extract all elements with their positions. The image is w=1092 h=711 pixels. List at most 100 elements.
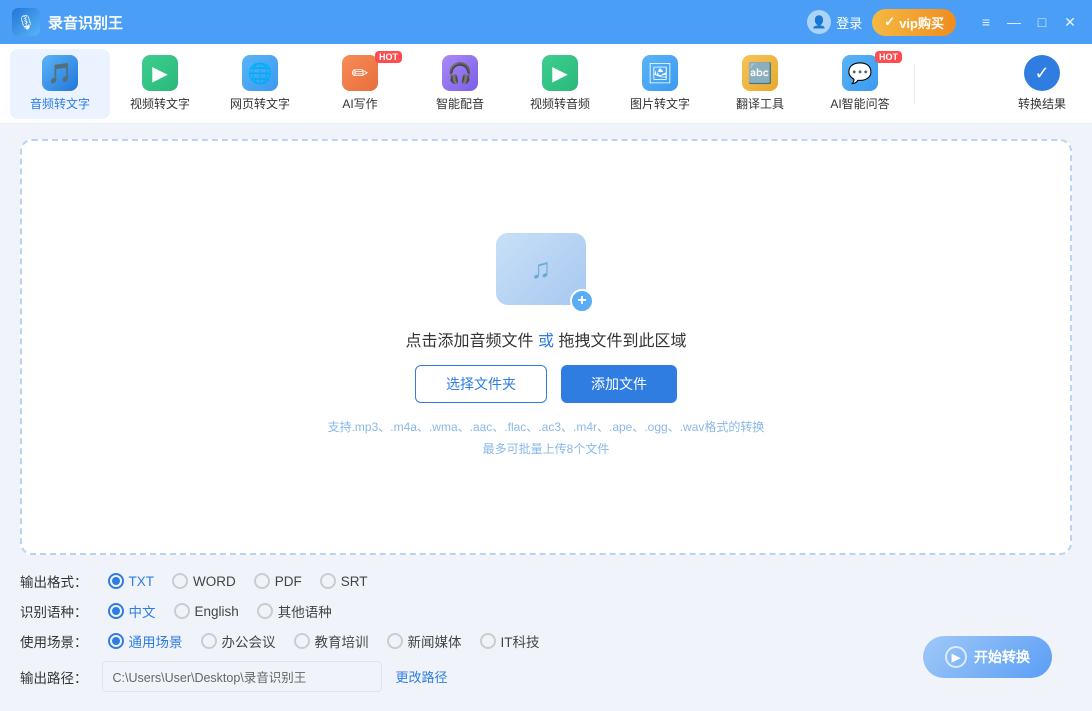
- settings-panel: 输出格式： TXT WORD PDF SRT: [20, 567, 1072, 696]
- login-button[interactable]: 👤 登录: [807, 10, 862, 34]
- scene-general-option[interactable]: 通用场景: [108, 631, 183, 651]
- lang-radio-group: 中文 English 其他语种: [108, 601, 332, 621]
- minimize-button[interactable]: —: [1004, 12, 1024, 32]
- scene-it-option[interactable]: IT科技: [480, 631, 540, 651]
- main-content: ♫ + 点击添加音频文件 或 拖拽文件到此区域 选择文件夹 添加文件 支持.mp…: [0, 124, 1092, 711]
- scene-label: 使用场景：: [20, 631, 88, 651]
- format-radio-group: TXT WORD PDF SRT: [108, 573, 368, 589]
- drop-hint: 支持.mp3、.m4a、.wma、.aac、.flac、.ac3、.m4r、.a…: [328, 417, 765, 460]
- lang-en-option[interactable]: English: [174, 603, 239, 619]
- nav-item-smart-dub[interactable]: 🎧 智能配音: [410, 49, 510, 119]
- format-row: 输出格式： TXT WORD PDF SRT: [20, 571, 1072, 591]
- drop-buttons: 选择文件夹 添加文件: [415, 365, 677, 403]
- nav-item-video-audio[interactable]: ▶ 视频转音频: [510, 49, 610, 119]
- lang-en-radio[interactable]: [174, 603, 190, 619]
- window-controls: ≡ — □ ✕: [976, 12, 1080, 32]
- drop-prompt-text: 点击添加音频文件 或 拖拽文件到此区域: [406, 327, 687, 351]
- lang-other-radio[interactable]: [257, 603, 273, 619]
- path-row: 输出路径： C:\Users\User\Desktop\录音识别王 更改路径: [20, 661, 1072, 692]
- titlebar-left: 🎙 录音识别王: [12, 8, 123, 36]
- start-play-icon: ▶: [945, 646, 967, 668]
- scene-meeting-radio[interactable]: [201, 633, 217, 649]
- format-word-option[interactable]: WORD: [172, 573, 236, 589]
- scene-edu-label: 教育培训: [315, 631, 369, 651]
- img-to-text-icon: 🖼: [642, 55, 678, 91]
- titlebar: 🎙 录音识别王 👤 登录 ✓ vip购买 ≡ — □ ✕: [0, 0, 1092, 44]
- format-pdf-option[interactable]: PDF: [254, 573, 302, 589]
- web-to-text-icon: 🌐: [242, 55, 278, 91]
- vip-check-icon: ✓: [884, 14, 895, 30]
- scene-media-label: 新闻媒体: [408, 631, 462, 651]
- nav-bar: 🎵 音频转文字 ▶ 视频转文字 🌐 网页转文字 HOT ✏ AI写作 🎧 智能配…: [0, 44, 1092, 124]
- nav-label-img-to-text: 图片转文字: [630, 95, 690, 112]
- scene-media-radio[interactable]: [387, 633, 403, 649]
- smart-dub-icon: 🎧: [442, 55, 478, 91]
- nav-label-video-audio: 视频转音频: [530, 95, 590, 112]
- scene-meeting-label: 办公会议: [222, 631, 276, 651]
- nav-label-ai-write: AI写作: [342, 95, 377, 112]
- vip-button[interactable]: ✓ vip购买: [872, 9, 956, 36]
- scene-it-radio[interactable]: [480, 633, 496, 649]
- change-path-link[interactable]: 更改路径: [396, 667, 448, 686]
- drop-hint-line1: 支持.mp3、.m4a、.wma、.aac、.flac、.ac3、.m4r、.a…: [328, 417, 765, 439]
- vip-label: vip购买: [899, 13, 944, 32]
- ai-write-icon: ✏: [342, 55, 378, 91]
- scene-edu-radio[interactable]: [294, 633, 310, 649]
- menu-button[interactable]: ≡: [976, 12, 996, 32]
- lang-zh-option[interactable]: 中文: [108, 601, 156, 621]
- maximize-button[interactable]: □: [1032, 12, 1052, 32]
- hot-badge-ai-write: HOT: [375, 51, 402, 63]
- nav-item-img-to-text[interactable]: 🖼 图片转文字: [610, 49, 710, 119]
- video-audio-icon: ▶: [542, 55, 578, 91]
- scene-meeting-option[interactable]: 办公会议: [201, 631, 276, 651]
- format-txt-radio[interactable]: [108, 573, 124, 589]
- format-label: 输出格式：: [20, 571, 88, 591]
- format-pdf-radio[interactable]: [254, 573, 270, 589]
- translate-icon: 🔤: [742, 55, 778, 91]
- select-folder-button[interactable]: 选择文件夹: [415, 365, 547, 403]
- lang-label: 识别语种：: [20, 601, 88, 621]
- format-srt-option[interactable]: SRT: [320, 573, 368, 589]
- nav-item-audio-to-text[interactable]: 🎵 音频转文字: [10, 49, 110, 119]
- scene-it-label: IT科技: [501, 631, 540, 651]
- video-to-text-icon: ▶: [142, 55, 178, 91]
- add-file-button[interactable]: 添加文件: [561, 365, 677, 403]
- login-label: 登录: [836, 13, 862, 32]
- scene-general-radio[interactable]: [108, 633, 124, 649]
- scene-media-option[interactable]: 新闻媒体: [387, 631, 462, 651]
- nav-item-ai-write[interactable]: HOT ✏ AI写作: [310, 49, 410, 119]
- result-icon: ✓: [1024, 55, 1060, 91]
- start-convert-button[interactable]: ▶ 开始转换: [923, 636, 1052, 678]
- nav-item-translate[interactable]: 🔤 翻译工具: [710, 49, 810, 119]
- path-input[interactable]: C:\Users\User\Desktop\录音识别王: [102, 661, 382, 692]
- nav-label-result: 转换结果: [1018, 95, 1066, 112]
- start-btn-label: 开始转换: [974, 647, 1030, 667]
- music-note-icon: ♫: [531, 253, 552, 285]
- nav-label-translate: 翻译工具: [736, 95, 784, 112]
- lang-other-label: 其他语种: [278, 601, 332, 621]
- nav-result-button[interactable]: ✓ 转换结果: [1002, 49, 1082, 119]
- scene-row: 使用场景： 通用场景 办公会议 教育培训 新闻媒体: [20, 631, 1072, 651]
- drop-zone[interactable]: ♫ + 点击添加音频文件 或 拖拽文件到此区域 选择文件夹 添加文件 支持.mp…: [20, 139, 1072, 555]
- nav-item-web-to-text[interactable]: 🌐 网页转文字: [210, 49, 310, 119]
- close-button[interactable]: ✕: [1060, 12, 1080, 32]
- lang-other-option[interactable]: 其他语种: [257, 601, 332, 621]
- format-srt-radio[interactable]: [320, 573, 336, 589]
- format-word-radio[interactable]: [172, 573, 188, 589]
- scene-edu-option[interactable]: 教育培训: [294, 631, 369, 651]
- add-circle-icon: +: [570, 289, 594, 313]
- scene-general-label: 通用场景: [129, 631, 183, 651]
- format-txt-label: TXT: [129, 574, 155, 589]
- nav-item-video-to-text[interactable]: ▶ 视频转文字: [110, 49, 210, 119]
- drop-hint-line2: 最多可批量上传8个文件: [328, 439, 765, 461]
- lang-zh-label: 中文: [129, 601, 156, 621]
- lang-zh-radio[interactable]: [108, 603, 124, 619]
- titlebar-right: 👤 登录 ✓ vip购买 ≡ — □ ✕: [807, 9, 1080, 36]
- format-txt-option[interactable]: TXT: [108, 573, 155, 589]
- format-word-label: WORD: [193, 574, 236, 589]
- nav-item-ai-qa[interactable]: HOT 💬 AI智能问答: [810, 49, 910, 119]
- lang-row: 识别语种： 中文 English 其他语种: [20, 601, 1072, 621]
- music-card: ♫ +: [496, 233, 586, 305]
- nav-label-smart-dub: 智能配音: [436, 95, 484, 112]
- avatar: 👤: [807, 10, 831, 34]
